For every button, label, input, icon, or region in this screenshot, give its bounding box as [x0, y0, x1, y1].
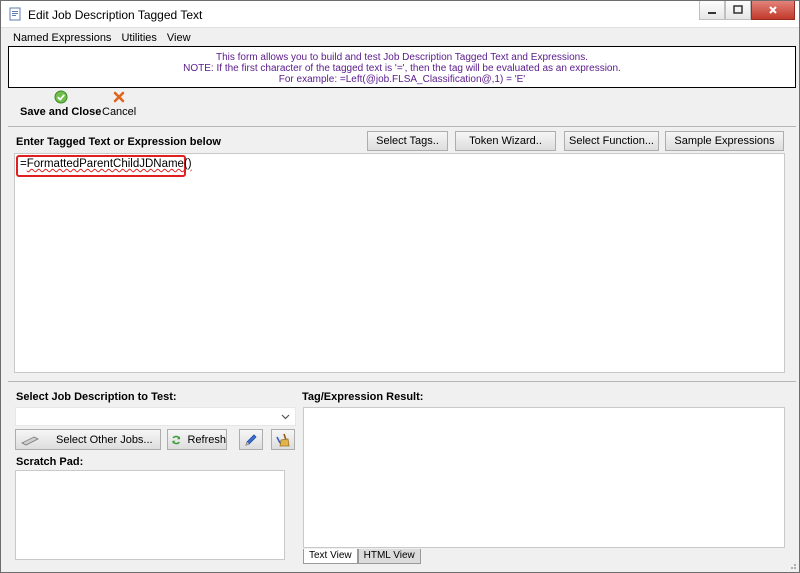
expression-function-text: FormattedParentChildJDName()	[26, 158, 192, 170]
job-description-label: Select Job Description to Test:	[16, 391, 177, 403]
expression-editor[interactable]: =FormattedParentChildJDName()	[14, 153, 785, 373]
document-icon	[9, 7, 21, 21]
job-description-select[interactable]	[15, 407, 296, 426]
menu-named-expressions[interactable]: Named Expressions	[8, 30, 116, 46]
select-tags-button[interactable]: Select Tags..	[367, 131, 448, 151]
close-icon	[769, 6, 777, 14]
scratch-pad-label: Scratch Pad:	[16, 456, 84, 468]
cancel-button[interactable]: Cancel	[102, 90, 136, 124]
edit-job-button[interactable]	[239, 429, 263, 450]
menu-bar: Named Expressions Utilities View	[8, 30, 798, 46]
maximize-icon	[733, 5, 743, 14]
select-function-button[interactable]: Select Function...	[564, 131, 659, 151]
info-line-3: For example: =Left(@job.FLSA_Classificat…	[278, 74, 526, 85]
save-and-close-button[interactable]: Save and Close	[20, 90, 101, 124]
select-other-jobs-label: Select Other Jobs...	[56, 433, 153, 446]
window-controls	[699, 1, 795, 21]
expression-label: Enter Tagged Text or Expression below	[16, 136, 221, 148]
info-line-2: NOTE: If the first character of the tagg…	[183, 63, 621, 74]
menu-view[interactable]: View	[162, 30, 196, 46]
toolbar: Save and Close Cancel	[8, 90, 796, 126]
scratch-pad-textarea[interactable]	[15, 470, 285, 560]
tab-html-view[interactable]: HTML View	[357, 549, 421, 564]
minimize-button[interactable]	[699, 1, 725, 20]
maximize-button[interactable]	[725, 1, 751, 20]
result-label: Tag/Expression Result:	[302, 391, 424, 403]
token-wizard-button[interactable]: Token Wizard..	[455, 131, 556, 151]
check-icon	[54, 90, 68, 104]
menu-utilities[interactable]: Utilities	[116, 30, 161, 46]
expression-prefix: =	[20, 158, 27, 170]
refresh-icon	[172, 435, 181, 444]
result-view-tabs: Text View HTML View	[303, 549, 421, 564]
info-banner: This form allows you to build and test J…	[8, 46, 796, 88]
refresh-button[interactable]: Refresh	[167, 429, 227, 450]
pencil-icon	[245, 433, 257, 446]
jobs-list-icon	[21, 436, 39, 445]
refresh-label: Refresh	[187, 433, 226, 446]
result-display[interactable]	[303, 407, 785, 548]
tab-text-view[interactable]: Text View	[303, 549, 358, 564]
minimize-icon	[708, 12, 716, 14]
title-bar[interactable]: Edit Job Description Tagged Text	[1, 1, 799, 28]
edit-tagged-text-window: Edit Job Description Tagged Text Named E…	[0, 0, 800, 573]
broom-icon	[276, 433, 290, 446]
toolbar-divider	[8, 126, 796, 127]
expression-text[interactable]: =FormattedParentChildJDName()	[20, 158, 192, 170]
window-title: Edit Job Description Tagged Text	[28, 8, 203, 22]
section-divider	[8, 381, 796, 382]
cancel-label: Cancel	[102, 106, 137, 118]
resize-grip-icon[interactable]	[787, 560, 797, 570]
info-line-1: This form allows you to build and test J…	[215, 52, 589, 63]
sample-expressions-button[interactable]: Sample Expressions	[665, 131, 784, 151]
chevron-down-icon	[281, 414, 290, 420]
select-other-jobs-button[interactable]: Select Other Jobs...	[15, 429, 161, 450]
cancel-x-icon	[113, 91, 125, 103]
close-button[interactable]	[751, 1, 795, 20]
save-and-close-label: Save and Close	[20, 106, 102, 118]
clear-button[interactable]	[271, 429, 295, 450]
